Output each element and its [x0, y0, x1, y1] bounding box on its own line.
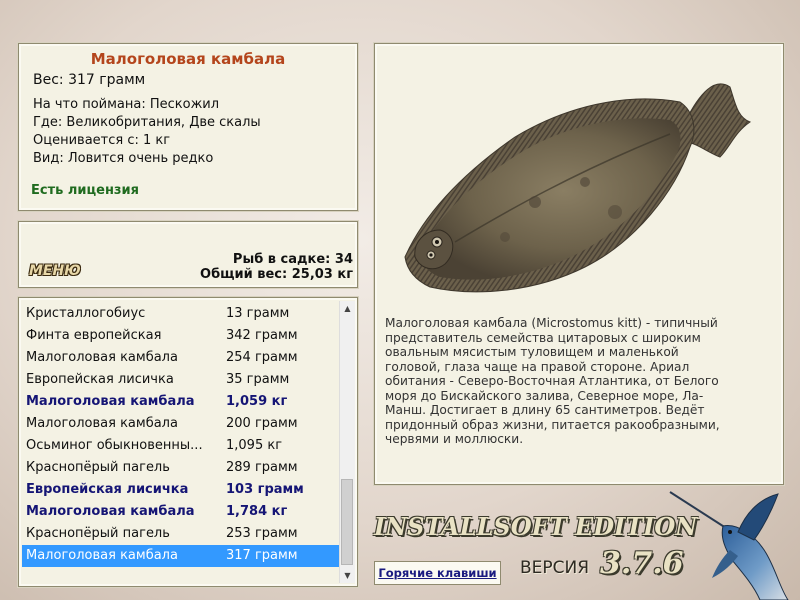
scroll-up-icon[interactable]: ▲	[340, 301, 355, 316]
list-item[interactable]: Малоголовая камбала 254 грамм	[22, 347, 340, 369]
fish-title: Малоголовая камбала	[90, 50, 286, 68]
fish-name: Малоголовая камбала	[26, 416, 178, 431]
fish-name: Кристаллогобиус	[26, 306, 146, 321]
fish-weight: 1,784 кг	[226, 504, 288, 519]
list-item[interactable]: Малоголовая камбала 200 грамм	[22, 413, 340, 435]
edition-logo: INSTALLSOFT EDITION	[374, 512, 698, 541]
list-item[interactable]: Европейская лисичка 35 грамм	[22, 369, 340, 391]
catch-list[interactable]: Кристаллогобиус 13 грамм Финта европейская…	[18, 297, 358, 587]
fish-location: Где: Великобритания, Две скалы	[33, 115, 261, 130]
fish-name: Малоголовая камбала	[26, 548, 178, 563]
fish-weight: 103 грамм	[226, 482, 304, 497]
fish-weight: 342 грамм	[226, 328, 298, 343]
list-item[interactable]: Малоголовая камбала 1,059 кг	[22, 391, 340, 413]
fish-image	[404, 83, 752, 293]
fish-weight: 253 грамм	[226, 526, 298, 541]
fish-weight: 289 грамм	[226, 460, 298, 475]
list-item[interactable]: Краснопёрый пагель 289 грамм	[22, 457, 340, 479]
fish-description: Малоголовая камбала (Microstomus kitt) -…	[385, 316, 720, 446]
fish-weight: 13 грамм	[226, 306, 290, 321]
fish-name: Европейская лисичка	[26, 482, 189, 497]
fish-name: Малоголовая камбала	[26, 394, 195, 409]
hotkeys-label: Горячие клавиши	[378, 566, 497, 580]
list-item[interactable]: Осьминог обыкновенны... 1,095 кг	[22, 435, 340, 457]
fish-weight: Вес: 317 грамм	[33, 72, 146, 88]
fish-name: Краснопёрый пагель	[26, 526, 170, 541]
fish-weight: 35 грамм	[226, 372, 290, 387]
caught-with: На что поймана: Пескожил	[33, 97, 220, 112]
list-item[interactable]: Европейская лисичка 103 грамм	[22, 479, 340, 501]
fish-name: Малоголовая камбала	[26, 504, 195, 519]
menu-button[interactable]: МЕНЮ	[29, 263, 81, 279]
fish-name: Осьминог обыкновенны...	[26, 438, 203, 453]
scroll-thumb[interactable]	[341, 479, 353, 565]
list-item[interactable]: Кристаллогобиус 13 грамм	[22, 303, 340, 325]
list-item[interactable]: Финта европейская 342 грамм	[22, 325, 340, 347]
fish-name: Финта европейская	[26, 328, 162, 343]
list-item[interactable]: Малоголовая камбала 1,784 кг	[22, 501, 340, 523]
fish-name: Европейская лисичка	[26, 372, 174, 387]
fish-count: Рыб в садке: 34	[232, 252, 353, 267]
keepnet-panel: МЕНЮ Рыб в садке: 34 Общий вес: 25,03 кг	[18, 221, 358, 288]
fish-weight: 1,059 кг	[226, 394, 288, 409]
list-scrollbar[interactable]: ▲ ▼	[339, 301, 355, 583]
fish-detail-panel: Малоголовая камбала (Microstomus kitt) -…	[374, 43, 784, 485]
fish-weight: 317 грамм	[226, 548, 298, 563]
fish-name: Краснопёрый пагель	[26, 460, 170, 475]
marlin-icon	[669, 491, 789, 600]
license-status: Есть лицензия	[31, 183, 139, 198]
total-weight: Общий вес: 25,03 кг	[200, 267, 353, 282]
fish-weight: 1,095 кг	[226, 438, 283, 453]
fish-weight: 254 грамм	[226, 350, 298, 365]
version-label: ВЕРСИЯ	[520, 558, 590, 578]
fish-name: Малоголовая камбала	[26, 350, 178, 365]
fish-value: Оценивается с: 1 кг	[33, 133, 171, 148]
scroll-down-icon[interactable]: ▼	[340, 568, 355, 583]
fish-rarity: Вид: Ловится очень редко	[33, 151, 214, 166]
list-item[interactable]: Краснопёрый пагель 253 грамм	[22, 523, 340, 545]
list-item[interactable]: Малоголовая камбала 317 грамм	[22, 545, 340, 567]
fish-info-panel: Малоголовая камбала Вес: 317 грамм На чт…	[18, 43, 358, 211]
hotkeys-button[interactable]: Горячие клавиши	[374, 561, 501, 585]
fish-weight: 200 грамм	[226, 416, 298, 431]
